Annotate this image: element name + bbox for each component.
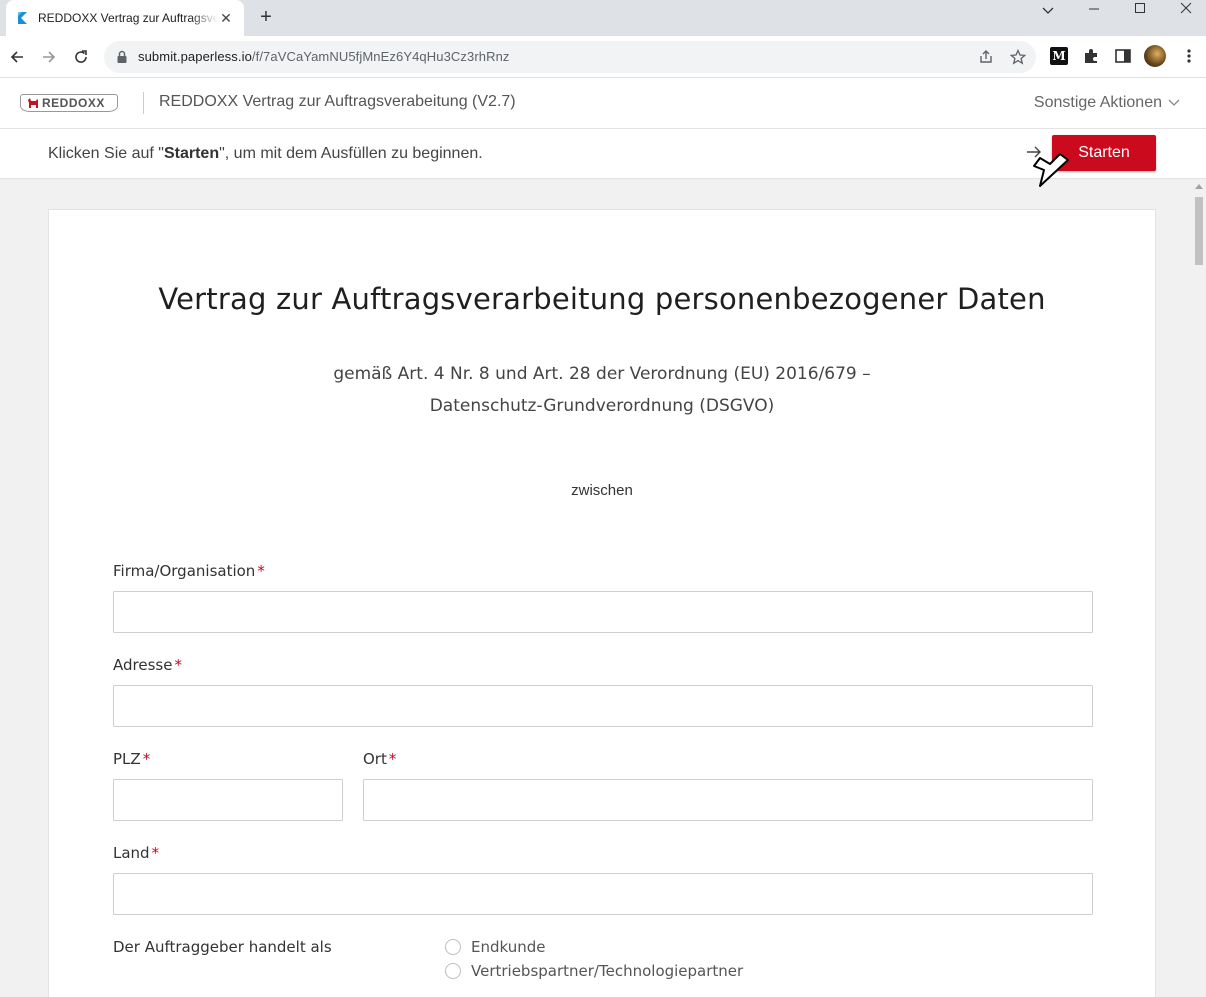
browser-tabstrip: REDDOXX Vertrag zur Auftragsverarbeitung… (0, 0, 1206, 36)
plz-label: PLZ * (113, 750, 151, 768)
radio-circle[interactable] (445, 963, 461, 979)
scroll-up-icon[interactable] (1195, 184, 1203, 189)
close-window-icon[interactable] (1163, 1, 1206, 15)
radio-endkunde[interactable]: Endkunde (445, 938, 546, 956)
tab-title: REDDOXX Vertrag zur Auftragsverarbeitung… (38, 11, 218, 25)
adresse-label: Adresse * (113, 656, 182, 674)
document-title: Vertrag zur Auftragsverarbeitung persone… (158, 282, 1046, 316)
medium-extension-icon[interactable]: M (1050, 47, 1068, 65)
profile-avatar[interactable] (1144, 45, 1166, 67)
browser-toolbar: submit.paperless.io/f/7aVCaYamNU5fjMnEz6… (0, 36, 1206, 78)
paperless-favicon-icon (18, 12, 27, 24)
reddoxx-logo: REDDOXX (20, 94, 118, 112)
firma-input[interactable] (113, 591, 1093, 633)
tab-search-icon[interactable] (1025, 4, 1071, 18)
url-text: submit.paperless.io/f/7aVCaYamNU5fjMnEz6… (138, 49, 510, 64)
radio-vertriebspartner[interactable]: Vertriebspartner/Technologiepartner (445, 962, 743, 980)
address-bar[interactable]: submit.paperless.io/f/7aVCaYamNU5fjMnEz6… (104, 41, 1036, 73)
role-question: Der Auftraggeber handelt als (113, 938, 332, 956)
header-divider (143, 92, 144, 114)
land-input[interactable] (113, 873, 1093, 915)
mouse-pointer-icon (1033, 153, 1069, 187)
land-label: Land * (113, 844, 160, 862)
between-text: zwischen (571, 482, 633, 499)
chevron-down-icon (1168, 99, 1180, 106)
ort-input[interactable] (363, 779, 1093, 821)
minimize-icon[interactable] (1071, 1, 1117, 15)
document-card: Vertrag zur Auftragsverarbeitung persone… (48, 209, 1156, 997)
form-title: REDDOXX Vertrag zur Auftragsverabeitung … (159, 93, 516, 110)
reddoxx-dog-icon (28, 98, 38, 108)
other-actions-label: Sonstige Aktionen (1033, 94, 1162, 111)
extensions-puzzle-icon[interactable] (1082, 47, 1100, 65)
back-icon[interactable] (5, 45, 29, 69)
app-header: REDDOXX REDDOXX Vertrag zur Auftragsvera… (0, 78, 1206, 129)
adresse-input[interactable] (113, 685, 1093, 727)
browser-tab[interactable]: REDDOXX Vertrag zur Auftragsverarbeitung… (6, 0, 244, 36)
page-scrollbar[interactable] (1192, 179, 1206, 997)
radio-circle[interactable] (445, 939, 461, 955)
lock-icon (117, 50, 127, 63)
menu-kebab-icon[interactable] (1180, 47, 1198, 65)
ort-label: Ort * (363, 750, 397, 768)
share-icon[interactable] (978, 49, 994, 65)
scroll-thumb[interactable] (1195, 197, 1203, 265)
forward-icon[interactable] (37, 45, 61, 69)
firma-label: Firma/Organisation * (113, 562, 265, 580)
reload-icon[interactable] (69, 45, 93, 69)
bookmark-star-icon[interactable] (1010, 49, 1026, 65)
start-bar: Klicken Sie auf "Starten", um mit dem Au… (0, 129, 1206, 179)
start-instruction: Klicken Sie auf "Starten", um mit dem Au… (48, 145, 483, 162)
maximize-icon[interactable] (1117, 1, 1163, 15)
document-subtitle: gemäß Art. 4 Nr. 8 und Art. 28 der Veror… (333, 364, 871, 416)
other-actions-menu[interactable]: Sonstige Aktionen (1034, 94, 1180, 112)
new-tab-icon[interactable]: + (254, 6, 278, 30)
side-panel-icon[interactable] (1114, 47, 1132, 65)
plz-input[interactable] (113, 779, 343, 821)
tab-close-icon[interactable]: ✕ (218, 10, 234, 26)
